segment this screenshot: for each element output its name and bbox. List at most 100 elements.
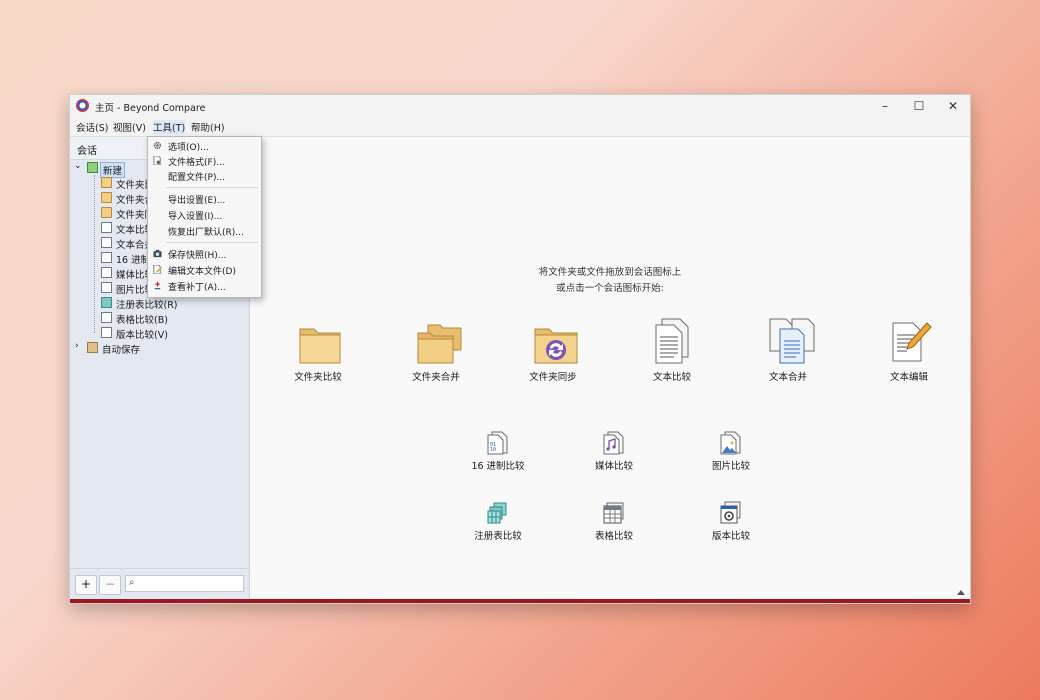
folder-merge-icon bbox=[101, 192, 112, 203]
menu-item-label: 编辑文本文件(D) bbox=[168, 267, 236, 277]
menu-item-label: 查看补丁(A)... bbox=[168, 283, 226, 293]
menu-item-label: 文件格式(F)... bbox=[168, 158, 225, 168]
expand-arrow-icon[interactable]: › bbox=[75, 341, 79, 351]
text-merge-icon bbox=[101, 237, 112, 248]
text-edit-icon bbox=[892, 322, 932, 362]
title-bar: 主页 - Beyond Compare – ☐ ✕ bbox=[70, 95, 970, 117]
text-compare-icon bbox=[101, 222, 112, 233]
file-format-icon bbox=[153, 156, 161, 165]
session-text-edit[interactable]: 文本编辑 bbox=[889, 317, 932, 383]
folder-compare-icon bbox=[299, 328, 341, 364]
session-media-compare[interactable]: 媒体比较 bbox=[595, 431, 633, 472]
patch-icon bbox=[154, 281, 161, 290]
tree-item-registry-compare[interactable]: 注册表比较(R) bbox=[70, 296, 249, 311]
tree-label: 注册表比较(R) bbox=[116, 300, 178, 311]
expand-chevron-icon[interactable]: ⌄ bbox=[74, 161, 82, 171]
search-icon: ⌕ bbox=[129, 577, 135, 588]
session-label: 媒体比较 bbox=[594, 461, 633, 472]
gear-icon bbox=[153, 141, 162, 150]
session-text-compare[interactable]: 文本比较 bbox=[652, 317, 692, 383]
session-table-compare[interactable]: 表格比较 bbox=[595, 501, 633, 542]
maximize-button[interactable]: ☐ bbox=[902, 95, 936, 117]
sidebar-title: 会话 bbox=[77, 146, 97, 157]
session-label: 16 进制比较 bbox=[471, 461, 525, 472]
tree-item-autosave[interactable]: › 自动保存 bbox=[70, 341, 249, 356]
hex-compare-icon: 0110 bbox=[487, 431, 508, 455]
tree-label: 版本比较(V) bbox=[116, 330, 168, 341]
menu-item-export-settings[interactable]: 导出设置(E)... bbox=[148, 191, 261, 206]
session-picture-compare[interactable]: 图片比较 bbox=[712, 431, 750, 472]
session-label: 表格比较 bbox=[594, 531, 633, 542]
add-session-button[interactable]: + bbox=[75, 575, 97, 595]
menu-item-file-formats[interactable]: 文件格式(F)... bbox=[148, 153, 261, 168]
registry-compare-icon bbox=[487, 502, 507, 524]
session-label: 文件夹合并 bbox=[412, 372, 460, 383]
menu-view[interactable]: 视图(V) bbox=[113, 120, 146, 134]
scroll-up-icon[interactable] bbox=[957, 590, 965, 595]
folder-sync-icon bbox=[534, 328, 578, 364]
text-merge-icon bbox=[769, 318, 815, 364]
session-folder-compare[interactable]: 文件夹比较 bbox=[294, 321, 342, 383]
menu-help[interactable]: 帮助(H) bbox=[191, 120, 225, 134]
registry-compare-icon bbox=[101, 297, 112, 308]
menu-item-view-patch[interactable]: 查看补丁(A)... bbox=[148, 278, 261, 293]
menu-item-import-settings[interactable]: 导入设置(I)... bbox=[148, 207, 261, 222]
session-version-compare[interactable]: 版本比较 bbox=[712, 501, 750, 542]
hint-line-2: 或点击一个会话图标开始: bbox=[556, 283, 664, 294]
session-label: 注册表比较 bbox=[474, 531, 522, 542]
folder-merge-icon bbox=[417, 324, 462, 364]
menu-item-edit-text-file[interactable]: 编辑文本文件(D) bbox=[148, 262, 261, 277]
picture-compare-icon bbox=[101, 282, 112, 293]
autosave-folder-icon bbox=[87, 342, 98, 353]
menu-item-restore-defaults[interactable]: 恢复出厂默认(R)... bbox=[148, 223, 261, 238]
remove-session-button[interactable]: − bbox=[99, 575, 121, 595]
edit-file-icon bbox=[153, 265, 162, 274]
version-compare-icon bbox=[720, 501, 741, 524]
tree-item-version-compare[interactable]: 版本比较(V) bbox=[70, 326, 249, 341]
sidebar-toolbar: + − ⌕ bbox=[70, 568, 249, 601]
minimize-button[interactable]: – bbox=[868, 95, 902, 117]
table-compare-icon bbox=[603, 502, 624, 524]
window-title: 主页 - Beyond Compare bbox=[95, 103, 206, 114]
media-compare-icon bbox=[603, 431, 624, 455]
tree-label: 表格比较(B) bbox=[116, 315, 168, 326]
menu-item-label: 配置文件(P)... bbox=[168, 173, 226, 183]
tree-item-table-compare[interactable]: 表格比较(B) bbox=[70, 311, 249, 326]
text-compare-icon bbox=[655, 318, 689, 364]
session-label: 文件夹比较 bbox=[294, 372, 342, 383]
close-button[interactable]: ✕ bbox=[936, 95, 970, 117]
tree-label-autosave: 自动保存 bbox=[102, 345, 141, 356]
session-label: 文本编辑 bbox=[889, 372, 928, 383]
camera-icon bbox=[153, 249, 162, 258]
status-accent-bar bbox=[70, 599, 970, 603]
hex-compare-icon bbox=[101, 252, 112, 263]
media-compare-icon bbox=[101, 267, 112, 278]
menu-item-label: 选项(O)... bbox=[168, 143, 209, 153]
hint-line-1: 将文件夹或文件拖放到会话图标上 bbox=[538, 267, 682, 278]
svg-text:10: 10 bbox=[490, 447, 496, 453]
version-compare-icon bbox=[101, 327, 112, 338]
app-logo-icon bbox=[76, 99, 89, 112]
home-panel: 将文件夹或文件拖放到会话图标上 或点击一个会话图标开始: 文件夹比较 文件夹合并… bbox=[250, 137, 970, 601]
menu-item-save-snapshot[interactable]: 保存快照(H)... bbox=[148, 246, 261, 261]
session-hex-compare[interactable]: 01 10 16 进制比较 bbox=[471, 431, 525, 472]
menu-session[interactable]: 会话(S) bbox=[76, 120, 108, 134]
menu-tools[interactable]: 工具(T) bbox=[153, 120, 186, 134]
folder-sync-icon bbox=[101, 207, 112, 218]
session-folder-merge[interactable]: 文件夹合并 bbox=[412, 321, 462, 383]
menu-item-label: 恢复出厂默认(R)... bbox=[168, 228, 244, 238]
session-search-input[interactable]: ⌕ bbox=[125, 575, 244, 592]
menu-item-label: 导入设置(I)... bbox=[168, 212, 223, 222]
session-label: 文件夹同步 bbox=[529, 372, 577, 383]
session-label: 图片比较 bbox=[711, 461, 750, 472]
menu-item-options[interactable]: 选项(O)... bbox=[148, 138, 261, 153]
session-registry-compare[interactable]: 注册表比较 bbox=[474, 501, 522, 542]
folder-icon bbox=[101, 177, 112, 188]
tools-dropdown-menu: 选项(O)... 文件格式(F)... 配置文件(P)... 导出设置(E)..… bbox=[147, 136, 262, 298]
picture-compare-icon bbox=[720, 431, 741, 455]
session-folder-sync[interactable]: 文件夹同步 bbox=[529, 321, 578, 383]
session-label: 文本比较 bbox=[652, 372, 691, 383]
menu-item-profiles[interactable]: 配置文件(P)... bbox=[148, 168, 261, 183]
session-text-merge[interactable]: 文本合并 bbox=[768, 317, 815, 383]
session-label: 文本合并 bbox=[768, 372, 807, 383]
